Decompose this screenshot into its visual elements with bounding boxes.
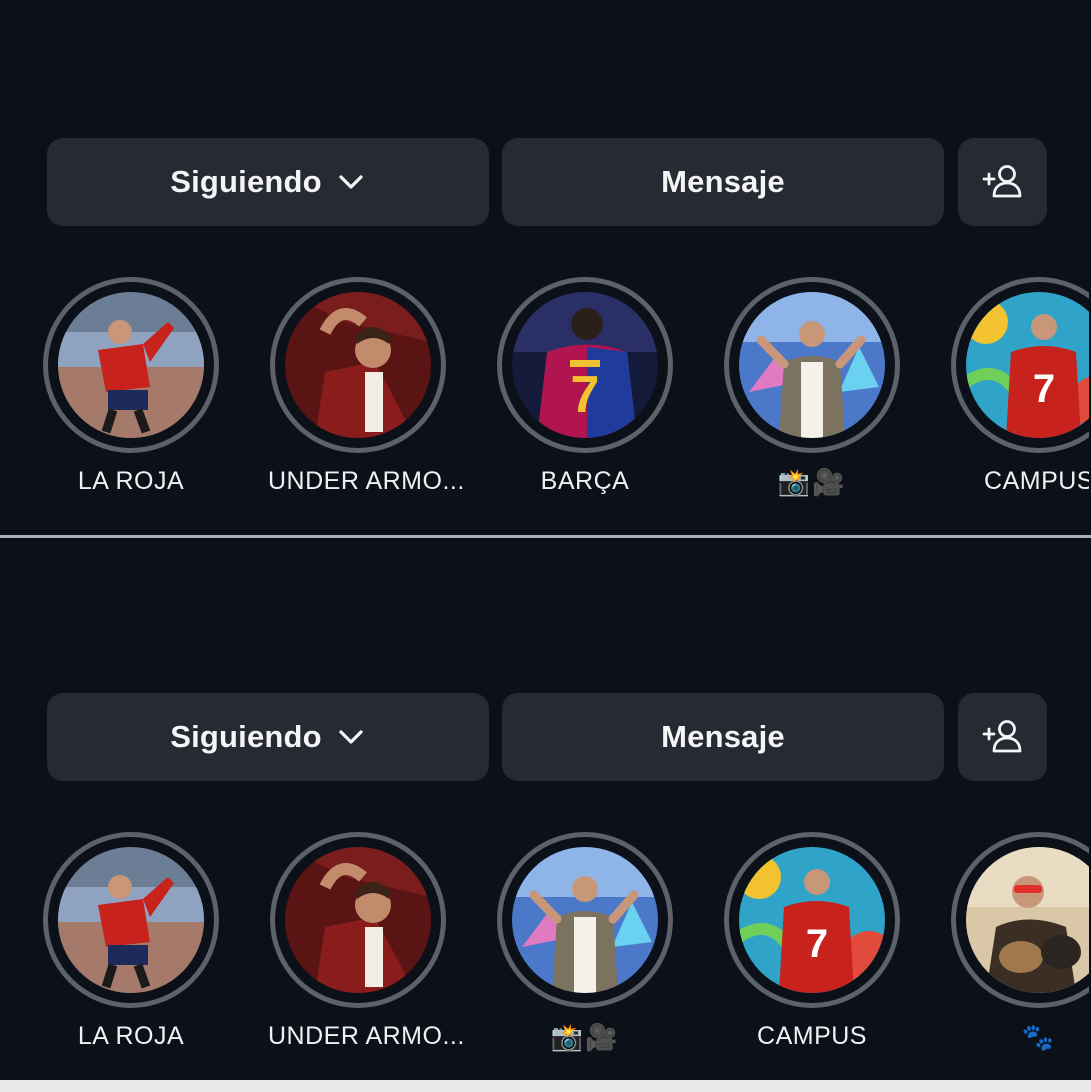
panel-divider	[0, 535, 1091, 538]
story-avatar-image	[285, 292, 431, 438]
story-highlight[interactable]: 7 BARÇA	[495, 277, 675, 496]
svg-text:7: 7	[571, 366, 600, 424]
following-label: Siguiendo	[170, 164, 322, 199]
story-label: UNDER ARMO...	[268, 1022, 465, 1050]
story-highlight[interactable]: LA ROJA	[41, 832, 221, 1051]
story-ring	[43, 277, 219, 453]
story-ring	[497, 832, 673, 1008]
profile-actions-panel-bottom: Siguiendo Mensaje LA ROJA UNDER ARMO... …	[2, 540, 1089, 1080]
svg-text:7: 7	[806, 922, 828, 966]
bottom-edge-strip	[0, 1080, 1091, 1092]
story-ring	[951, 832, 1089, 1008]
add-user-button[interactable]	[958, 138, 1047, 226]
story-label: 🐾	[1021, 1022, 1057, 1052]
story-avatar-image: 7	[512, 292, 658, 438]
story-ring: 7	[724, 832, 900, 1008]
following-button[interactable]: Siguiendo	[47, 693, 489, 781]
add-user-icon	[982, 720, 1021, 753]
story-highlight[interactable]: LA ROJA	[41, 277, 221, 496]
story-highlight[interactable]: 📸🎥	[722, 277, 902, 498]
story-highlight[interactable]: UNDER ARMO...	[268, 277, 465, 496]
story-avatar-image	[512, 847, 658, 993]
story-ring	[724, 277, 900, 453]
add-user-button[interactable]	[958, 693, 1047, 781]
story-avatar-image: 7	[966, 292, 1089, 438]
story-avatar-image	[739, 292, 885, 438]
story-ring: 7	[951, 277, 1089, 453]
message-button[interactable]: Mensaje	[502, 693, 944, 781]
story-label: CAMPUS	[984, 467, 1089, 495]
story-avatar-image	[58, 292, 204, 438]
chevron-down-icon	[339, 175, 363, 189]
following-label: Siguiendo	[170, 719, 322, 754]
story-label: UNDER ARMO...	[268, 467, 465, 495]
story-ring	[43, 832, 219, 1008]
story-avatar-image: 7	[739, 847, 885, 993]
chevron-down-icon	[339, 730, 363, 744]
story-avatar-image	[285, 847, 431, 993]
story-highlight[interactable]: 7 CAMPUS	[722, 832, 902, 1051]
message-label: Mensaje	[661, 719, 785, 754]
story-label: BARÇA	[540, 467, 630, 495]
story-highlight[interactable]: 7 CAMPUS	[949, 277, 1089, 496]
story-avatar-image	[966, 847, 1089, 993]
story-highlight[interactable]: 🐾	[949, 832, 1089, 1053]
story-highlight[interactable]: UNDER ARMO...	[268, 832, 465, 1051]
svg-text:7: 7	[1033, 367, 1055, 411]
story-ring: 7	[497, 277, 673, 453]
story-label: LA ROJA	[77, 1022, 185, 1050]
profile-actions-panel-top: Siguiendo Mensaje LA ROJA UNDER ARMO... …	[2, 0, 1089, 534]
following-button[interactable]: Siguiendo	[47, 138, 489, 226]
add-user-icon	[982, 165, 1021, 198]
story-ring	[270, 832, 446, 1008]
story-label: 📸🎥	[777, 467, 847, 497]
story-highlight[interactable]: 📸🎥	[495, 832, 675, 1053]
story-label: LA ROJA	[77, 467, 185, 495]
story-avatar-image	[58, 847, 204, 993]
story-label: CAMPUS	[757, 1022, 867, 1050]
story-label: 📸🎥	[550, 1022, 620, 1052]
message-button[interactable]: Mensaje	[502, 138, 944, 226]
story-ring	[270, 277, 446, 453]
message-label: Mensaje	[661, 164, 785, 199]
